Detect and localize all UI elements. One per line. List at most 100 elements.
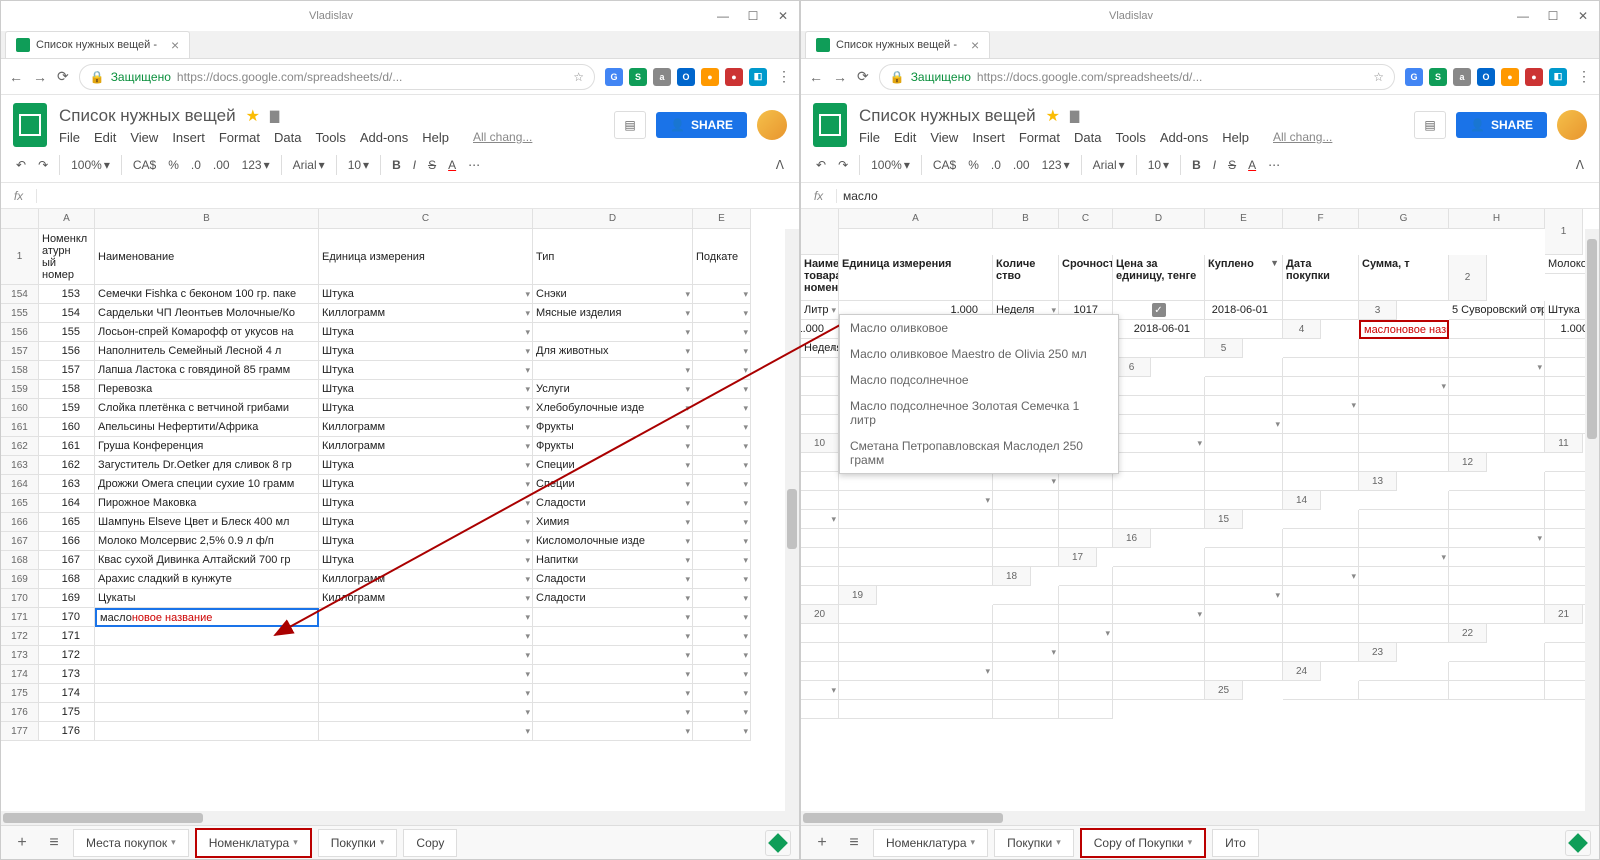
cell[interactable] bbox=[1359, 605, 1449, 624]
cell[interactable]: ▾ bbox=[533, 646, 693, 665]
cell[interactable] bbox=[1113, 396, 1205, 415]
dec-increase[interactable]: .00 bbox=[208, 155, 235, 175]
cell[interactable] bbox=[1059, 605, 1113, 624]
cell[interactable] bbox=[1205, 662, 1283, 681]
tab-close-icon[interactable]: × bbox=[971, 37, 979, 53]
cell[interactable]: ▾ bbox=[693, 380, 751, 399]
col-header[interactable]: E bbox=[1205, 209, 1283, 229]
cell[interactable]: Цукаты bbox=[95, 589, 319, 608]
cell[interactable]: ▾ bbox=[319, 646, 533, 665]
url-bar[interactable]: 🔒 Защищено https://docs.google.com/sprea… bbox=[79, 64, 595, 90]
cell[interactable] bbox=[1113, 681, 1205, 700]
cell[interactable]: ▾ bbox=[693, 361, 751, 380]
cell[interactable]: ▾ bbox=[533, 665, 693, 684]
cell[interactable] bbox=[993, 624, 1059, 643]
cell[interactable] bbox=[839, 681, 993, 700]
cell[interactable]: Специи▾ bbox=[533, 456, 693, 475]
cell[interactable]: Семечки Fishka с беконом 100 гр. паке bbox=[95, 285, 319, 304]
cell[interactable]: Снэки▾ bbox=[533, 285, 693, 304]
menu-add-ons[interactable]: Add-ons bbox=[1160, 130, 1208, 145]
text-color-icon[interactable]: A bbox=[1243, 155, 1261, 175]
cell[interactable]: Штука▾ bbox=[319, 494, 533, 513]
sheet-tab[interactable]: Номенклатура▾ bbox=[195, 828, 312, 858]
sheet-tab[interactable]: Copy bbox=[403, 829, 457, 857]
redo-icon[interactable]: ↷ bbox=[833, 155, 853, 175]
cell[interactable]: Шампунь Elseve Цвет и Блеск 400 мл bbox=[95, 513, 319, 532]
maximize-icon[interactable]: ☐ bbox=[745, 8, 761, 24]
cell[interactable]: Киллограмм▾ bbox=[319, 589, 533, 608]
cell[interactable]: Киллограмм▾ bbox=[319, 304, 533, 323]
star-icon[interactable]: ☆ bbox=[573, 70, 584, 84]
cell[interactable]: Фрукты▾ bbox=[533, 418, 693, 437]
cell[interactable] bbox=[801, 662, 839, 681]
row-header[interactable]: 171 bbox=[1, 608, 39, 627]
row-header[interactable]: 167 bbox=[1, 532, 39, 551]
menu-icon[interactable]: ⋮ bbox=[777, 68, 791, 85]
row-header[interactable]: 154 bbox=[1, 285, 39, 304]
cell[interactable]: ▾ bbox=[693, 665, 751, 684]
cell[interactable] bbox=[1283, 339, 1359, 358]
cell[interactable] bbox=[839, 624, 993, 643]
doc-title[interactable]: Список нужных вещей bbox=[859, 106, 1036, 126]
header-cell[interactable]: Цена за единицу, тенге bbox=[1113, 255, 1205, 301]
number-format[interactable]: 123 ▾ bbox=[237, 155, 275, 175]
doc-title[interactable]: Список нужных вещей bbox=[59, 106, 236, 126]
cell[interactable]: ▾ bbox=[693, 437, 751, 456]
header-cell[interactable]: Сумма, т bbox=[1359, 255, 1449, 301]
cell[interactable]: ▾ bbox=[693, 418, 751, 437]
cell[interactable] bbox=[1283, 586, 1359, 605]
row-header[interactable]: 16 bbox=[1113, 529, 1151, 548]
autocomplete-dropdown[interactable]: Масло оливковоеМасло оливковое Maestro d… bbox=[839, 314, 1119, 474]
row-header[interactable]: 170 bbox=[1, 589, 39, 608]
cell[interactable]: ▾ bbox=[993, 643, 1059, 662]
menu-tools[interactable]: Tools bbox=[315, 130, 345, 145]
row-header[interactable]: 177 bbox=[1, 722, 39, 741]
cell[interactable]: ▾ bbox=[693, 551, 751, 570]
cell[interactable] bbox=[993, 548, 1059, 567]
ext-icon[interactable]: ● bbox=[1525, 68, 1543, 86]
cell[interactable] bbox=[801, 358, 839, 377]
row-header[interactable]: 23 bbox=[1359, 643, 1397, 662]
cell[interactable]: ▾ bbox=[693, 570, 751, 589]
cell[interactable] bbox=[1449, 567, 1545, 586]
cell[interactable]: Апельсины Нефертити/Африка bbox=[95, 418, 319, 437]
row-header[interactable]: 13 bbox=[1359, 472, 1397, 491]
ext-icon[interactable]: ● bbox=[701, 68, 719, 86]
cell[interactable] bbox=[1449, 605, 1545, 624]
cell[interactable]: ▾ bbox=[1449, 529, 1545, 548]
font-size[interactable]: 10 ▾ bbox=[1143, 155, 1174, 175]
cell[interactable] bbox=[839, 643, 993, 662]
cell[interactable]: ▾ bbox=[319, 665, 533, 684]
ext-icon[interactable]: G bbox=[605, 68, 623, 86]
menu-format[interactable]: Format bbox=[219, 130, 260, 145]
cell[interactable]: Лапша Ластока с говядиной 85 грамм bbox=[95, 361, 319, 380]
cell[interactable]: 2018-06-01 bbox=[1205, 301, 1283, 320]
cell[interactable] bbox=[1205, 529, 1283, 548]
cell[interactable]: Штука▾ bbox=[319, 361, 533, 380]
col-header[interactable]: A bbox=[839, 209, 993, 229]
font-select[interactable]: Arial ▾ bbox=[1088, 155, 1130, 175]
row-header[interactable]: 20 bbox=[801, 605, 839, 624]
cell[interactable]: ▾ bbox=[693, 399, 751, 418]
cell[interactable]: Штука▾ bbox=[319, 380, 533, 399]
cell[interactable] bbox=[95, 627, 319, 646]
scrollbar-vertical[interactable] bbox=[1585, 229, 1599, 811]
cell[interactable] bbox=[1359, 434, 1449, 453]
cell[interactable]: ▾ bbox=[1359, 548, 1449, 567]
currency-format[interactable]: CA$ bbox=[128, 155, 161, 175]
row-header[interactable]: 169 bbox=[1, 570, 39, 589]
row-header[interactable]: 10 bbox=[801, 434, 839, 453]
row-header[interactable]: 158 bbox=[1, 361, 39, 380]
cell[interactable]: ▾ bbox=[1449, 358, 1545, 377]
sheet-tab[interactable]: Покупки▾ bbox=[994, 829, 1074, 857]
sheet-tab[interactable]: Номенклатура▾ bbox=[873, 829, 988, 857]
cell-checkbox[interactable]: ✓ bbox=[1113, 301, 1205, 320]
header-cell[interactable]: Тип bbox=[533, 229, 693, 285]
row-header[interactable]: 172 bbox=[1, 627, 39, 646]
row-header[interactable]: 165 bbox=[1, 494, 39, 513]
cell[interactable]: ▾ bbox=[839, 662, 993, 681]
explore-button[interactable] bbox=[765, 830, 791, 856]
cell[interactable] bbox=[1283, 472, 1359, 491]
reload-icon[interactable]: ⟳ bbox=[57, 68, 69, 85]
cell[interactable]: ▾ bbox=[693, 684, 751, 703]
